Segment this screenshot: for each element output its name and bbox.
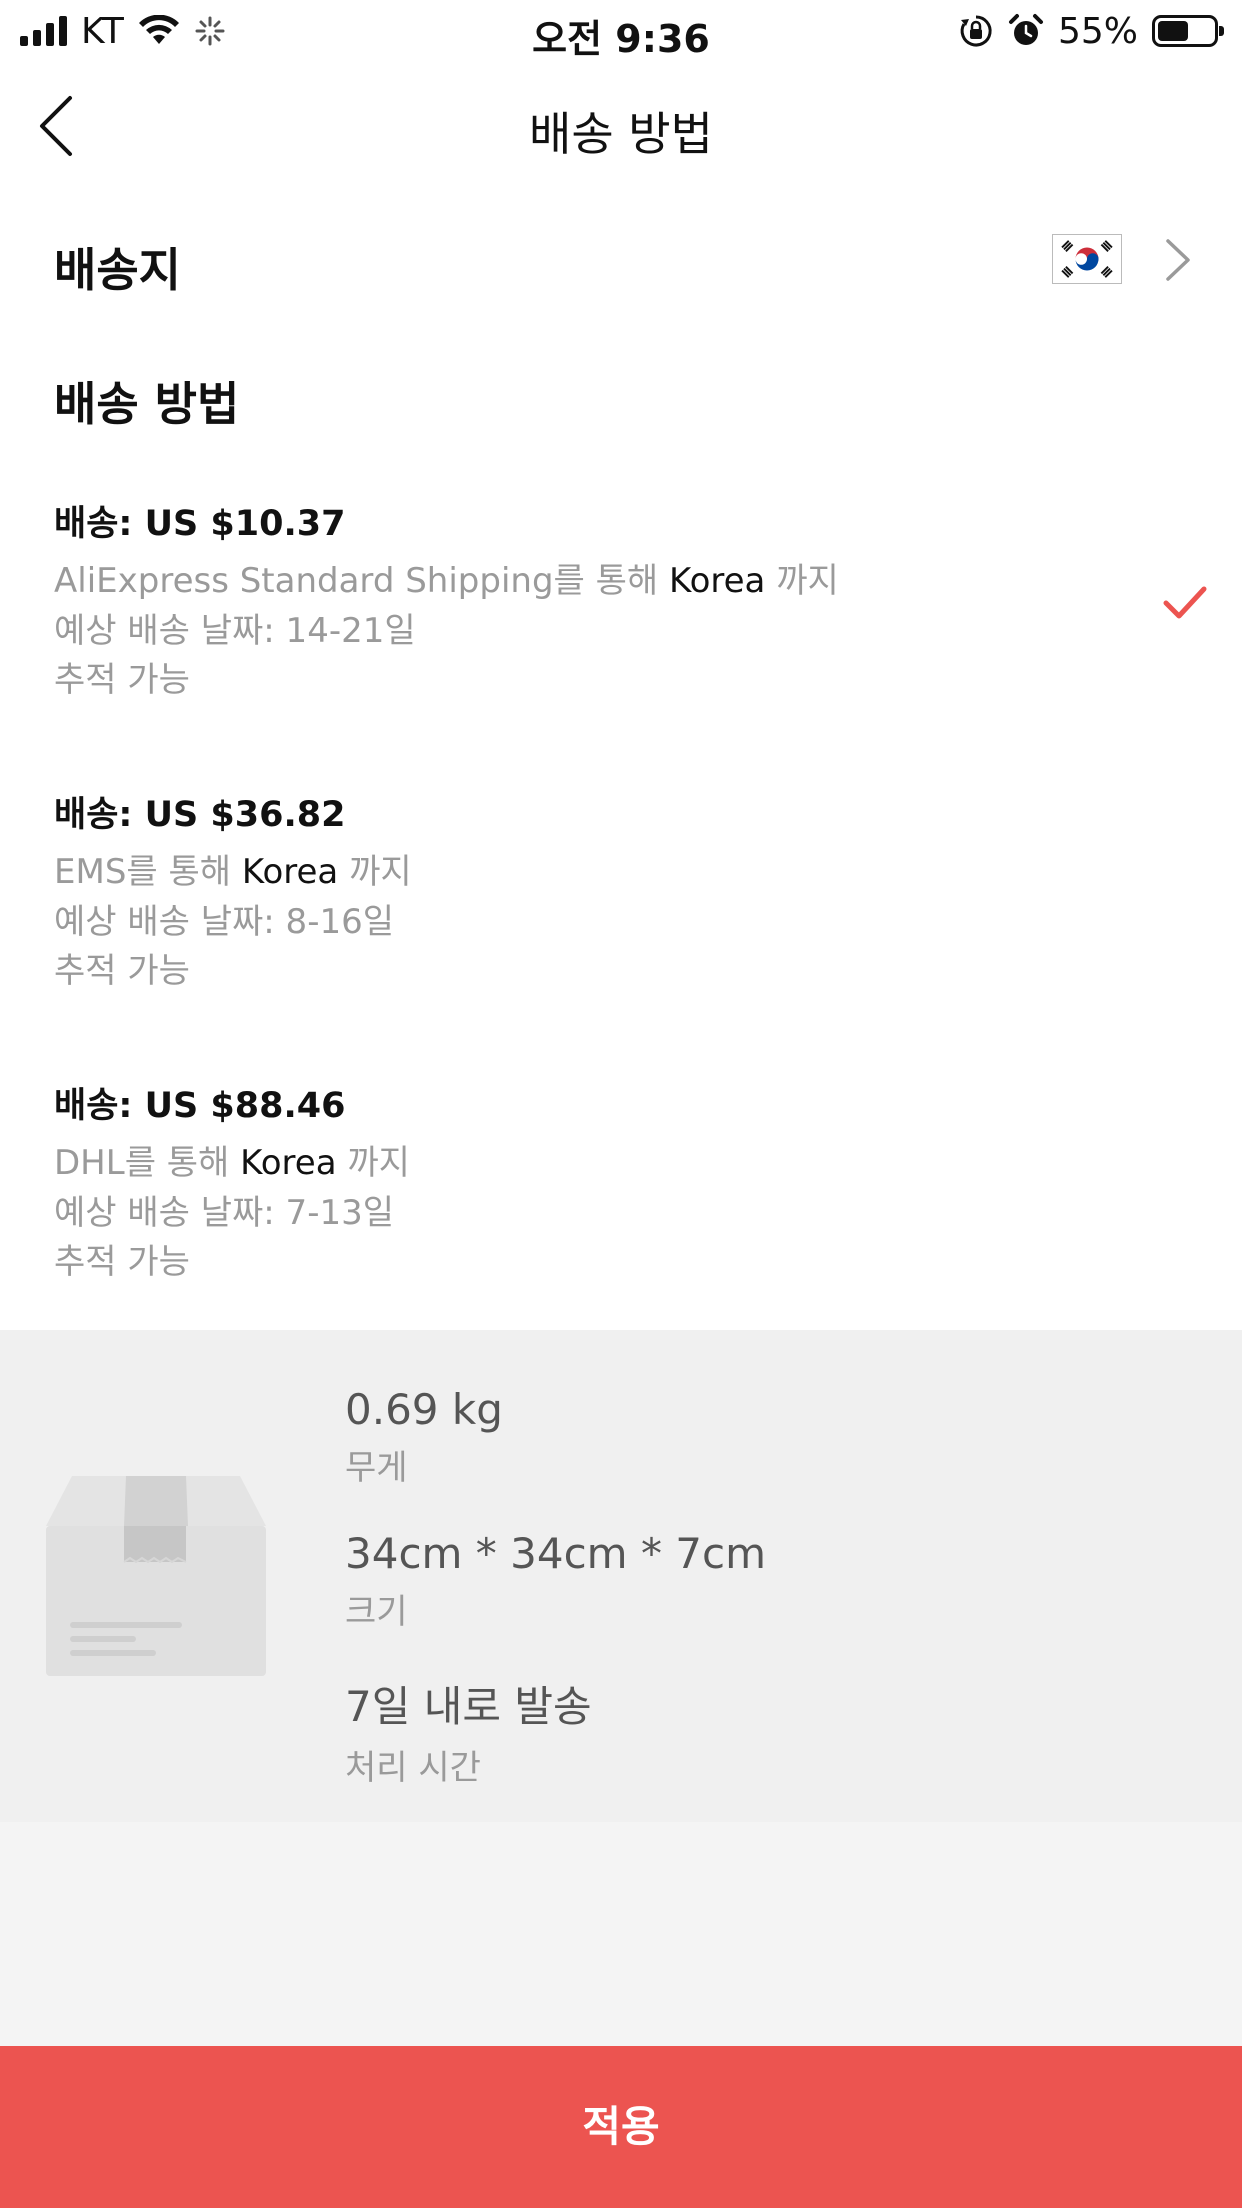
destination-country: Korea bbox=[241, 852, 339, 892]
carrier-text: DHL를 통해 bbox=[54, 1143, 230, 1183]
shipping-content: 배송지 배송 방법 배송: US $10.37 AliExpress Stand… bbox=[0, 190, 1242, 1330]
shipping-price: 배송: US $10.37 bbox=[54, 504, 346, 544]
until-text: 까지 bbox=[347, 1143, 410, 1183]
processing-label: 처리 시간 bbox=[345, 1748, 481, 1788]
page-title: 배송 방법 bbox=[529, 107, 713, 161]
shipping-method-heading: 배송 방법 bbox=[54, 377, 240, 431]
weight-label: 무게 bbox=[345, 1448, 408, 1488]
destination-label: 배송지 bbox=[54, 243, 181, 297]
navigation-bar: 배송 방법 bbox=[0, 62, 1242, 190]
tracking-status: 추적 가능 bbox=[54, 1242, 190, 1282]
status-bar: KT 오전 9:36 55% bbox=[0, 0, 1242, 62]
destination-country: Korea bbox=[240, 1143, 337, 1183]
shipping-option[interactable]: 배송: US $36.82 EMS를 통해 Korea 까지 예상 배송 날짜:… bbox=[0, 786, 1242, 1046]
package-processing-time: 7일 내로 발송 처리 시간 bbox=[345, 1673, 592, 1789]
back-button[interactable] bbox=[26, 90, 96, 160]
carrier-text: AliExpress Standard Shipping를 통해 bbox=[54, 561, 659, 601]
destination-country: Korea bbox=[668, 561, 766, 601]
destination-row[interactable]: 배송지 bbox=[0, 190, 1242, 330]
size-label: 크기 bbox=[345, 1592, 408, 1632]
size-value: 34cm * 34cm * 7cm bbox=[345, 1529, 767, 1578]
shipping-carrier-line: EMS를 통해 Korea 까지 bbox=[54, 844, 412, 893]
battery-percent: 55% bbox=[1057, 10, 1138, 52]
processing-value: 7일 내로 발송 bbox=[345, 1682, 592, 1731]
estimated-delivery: 예상 배송 날짜: 7-13일 bbox=[54, 1193, 395, 1233]
south-korea-flag-icon bbox=[1052, 234, 1122, 284]
tracking-status: 추적 가능 bbox=[54, 660, 190, 700]
shipping-option[interactable]: 배송: US $10.37 AliExpress Standard Shippi… bbox=[0, 495, 1242, 755]
package-size: 34cm * 34cm * 7cm 크기 bbox=[345, 1529, 766, 1633]
chevron-right-icon bbox=[1166, 239, 1190, 281]
tracking-status: 추적 가능 bbox=[54, 951, 190, 991]
checkmark-icon bbox=[1163, 586, 1207, 619]
shipping-carrier-line: AliExpress Standard Shipping를 통해 Korea 까… bbox=[54, 553, 839, 602]
until-text: 까지 bbox=[349, 852, 412, 892]
shipping-option[interactable]: 배송: US $88.46 DHL를 통해 Korea 까지 예상 배송 날짜:… bbox=[0, 1077, 1242, 1337]
apply-button[interactable]: 적용 bbox=[0, 2046, 1242, 2208]
package-weight: 0.69 kg 무게 bbox=[345, 1385, 503, 1489]
weight-value: 0.69 kg bbox=[345, 1385, 503, 1434]
estimated-delivery: 예상 배송 날짜: 14-21일 bbox=[54, 611, 416, 651]
chevron-left-icon bbox=[40, 96, 72, 156]
shipping-carrier-line: DHL를 통해 Korea 까지 bbox=[54, 1135, 410, 1184]
carrier-text: EMS를 통해 bbox=[54, 852, 232, 892]
alarm-icon bbox=[1008, 14, 1043, 45]
orientation-lock-icon bbox=[960, 15, 992, 47]
battery-level bbox=[1158, 21, 1188, 41]
battery-icon bbox=[1152, 15, 1224, 47]
shipping-price: 배송: US $88.46 bbox=[54, 1086, 346, 1126]
until-text: 까지 bbox=[776, 561, 839, 601]
estimated-delivery: 예상 배송 날짜: 8-16일 bbox=[54, 902, 395, 942]
package-box-icon bbox=[46, 1476, 266, 1676]
package-info-panel: 0.69 kg 무게 34cm * 34cm * 7cm 크기 7일 내로 발송… bbox=[0, 1330, 1242, 1822]
shipping-price: 배송: US $36.82 bbox=[54, 795, 346, 835]
status-right: 55% bbox=[958, 10, 1224, 52]
